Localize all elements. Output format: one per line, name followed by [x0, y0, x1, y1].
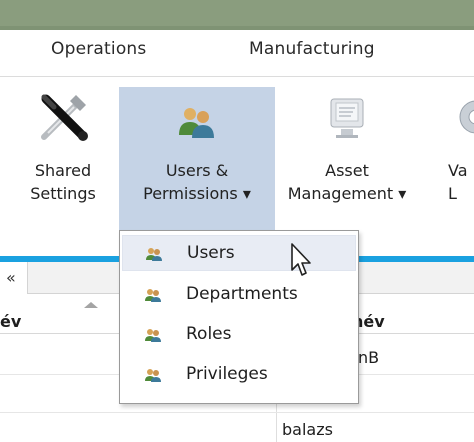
- menu-item-label: Departments: [186, 284, 298, 304]
- mouse-cursor-icon: [291, 243, 311, 276]
- column-header-1[interactable]: év: [0, 312, 21, 331]
- users-permissions-button[interactable]: Users & Permissions ▾: [119, 87, 275, 231]
- asset-management-label-1: Asset: [325, 161, 369, 180]
- sort-ascending-icon[interactable]: [84, 302, 98, 308]
- va-button-partial[interactable]: Va L: [436, 77, 474, 229]
- menu-item-departments[interactable]: Departments: [122, 277, 356, 313]
- menu-item-label: Users: [187, 243, 235, 263]
- ribbon-panel: Shared Settings Users & Permissions ▾ As…: [0, 77, 474, 231]
- asset-management-label-2: Management ▾: [287, 184, 407, 203]
- user-group-icon: [145, 289, 161, 302]
- menu-item-label: Roles: [186, 324, 232, 344]
- window-title-strip: [0, 0, 474, 30]
- table-cell[interactable]: balazs: [282, 420, 333, 439]
- shared-settings-label-1: Shared: [34, 161, 92, 180]
- chevron-left-icon: «: [6, 268, 16, 287]
- menu-item-label: Privileges: [186, 364, 268, 384]
- menu-item-users[interactable]: Users: [122, 235, 356, 271]
- va-label-1: Va: [448, 161, 468, 180]
- gear-icon: [459, 100, 474, 134]
- va-label-2: L: [448, 184, 457, 203]
- asset-management-button[interactable]: Asset Management ▾: [277, 77, 417, 229]
- asset-icon: [330, 98, 364, 138]
- ribbon-tab-bar: Operations Manufacturing: [0, 30, 474, 76]
- users-icon: [179, 108, 214, 138]
- tab-operations[interactable]: Operations: [51, 39, 146, 59]
- users-permissions-menu: Users Departments Roles Privileges: [119, 230, 359, 404]
- menu-item-privileges[interactable]: Privileges: [122, 357, 356, 393]
- tab-manufacturing[interactable]: Manufacturing: [249, 39, 375, 59]
- user-group-icon: [145, 369, 161, 382]
- menu-item-roles[interactable]: Roles: [122, 317, 356, 353]
- users-permissions-label-2: Permissions ▾: [143, 184, 251, 203]
- collapse-tab[interactable]: «: [0, 262, 28, 294]
- row-divider: [0, 412, 474, 413]
- shared-settings-button[interactable]: Shared Settings: [14, 77, 112, 229]
- user-group-icon: [146, 248, 162, 261]
- user-group-icon: [145, 329, 161, 342]
- table-cell[interactable]: nB: [358, 348, 379, 367]
- tools-icon: [41, 94, 88, 141]
- users-permissions-label-1: Users &: [165, 161, 229, 180]
- shared-settings-label-2: Settings: [30, 184, 96, 203]
